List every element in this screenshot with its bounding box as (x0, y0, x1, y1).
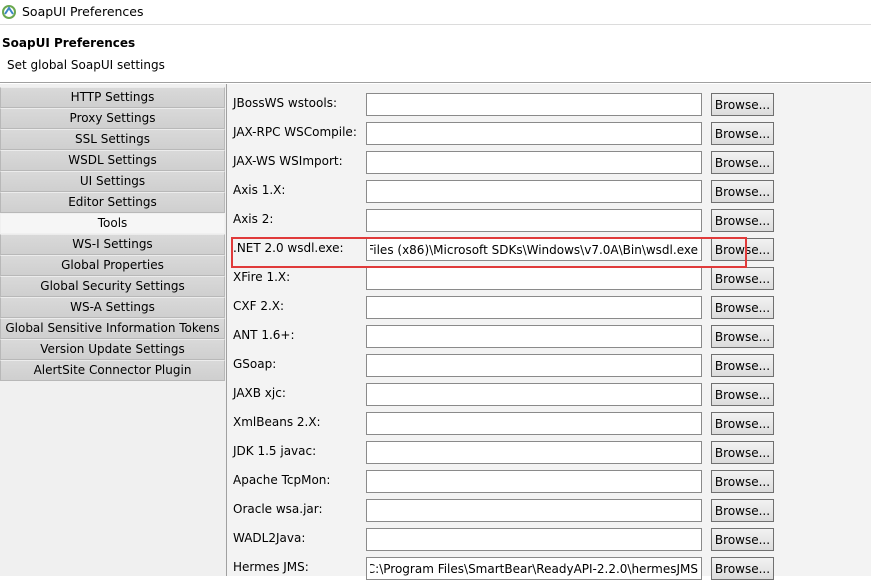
tool-label: Oracle wsa.jar: (233, 502, 323, 516)
tool-path-input[interactable] (366, 93, 702, 116)
tool-row-hermes-jms: Hermes JMS: Browse... (227, 553, 871, 582)
sidebar-item-ui-settings[interactable]: UI Settings (0, 171, 225, 192)
tool-label: GSoap: (233, 357, 277, 371)
tool-path-input[interactable] (366, 383, 702, 406)
tool-path-input[interactable] (366, 470, 702, 493)
browse-button[interactable]: Browse... (711, 209, 774, 232)
header-title: SoapUI Preferences (2, 36, 136, 50)
header-subtitle: Set global SoapUI settings (7, 58, 165, 72)
sidebar-item-alertsite-connector-plugin[interactable]: AlertSite Connector Plugin (0, 360, 225, 381)
browse-button[interactable]: Browse... (711, 267, 774, 290)
preferences-body: HTTP Settings Proxy Settings SSL Settings W… (0, 84, 871, 580)
tool-row-wadl2java: WADL2Java: Browse... (227, 524, 871, 553)
tool-label: .NET 2.0 wsdl.exe: (233, 241, 344, 255)
tool-label: Hermes JMS: (233, 560, 309, 574)
sidebar-item-global-security-settings[interactable]: Global Security Settings (0, 276, 225, 297)
sidebar-item-version-update-settings[interactable]: Version Update Settings (0, 339, 225, 360)
tool-label: Apache TcpMon: (233, 473, 331, 487)
tool-path-input[interactable] (366, 151, 702, 174)
browse-button[interactable]: Browse... (711, 528, 774, 551)
browse-button[interactable]: Browse... (711, 470, 774, 493)
browse-button[interactable]: Browse... (711, 557, 774, 580)
browse-button[interactable]: Browse... (711, 296, 774, 319)
tool-path-input[interactable] (366, 528, 702, 551)
tool-path-input[interactable] (366, 354, 702, 377)
browse-button[interactable]: Browse... (711, 383, 774, 406)
tool-path-input[interactable] (366, 209, 702, 232)
tool-row-oracle-wsa-jar: Oracle wsa.jar: Browse... (227, 495, 871, 524)
tool-label: ANT 1.6+: (233, 328, 295, 342)
tool-row-jax-ws-wsimport: JAX-WS WSImport: Browse... (227, 147, 871, 176)
window-title: SoapUI Preferences (22, 4, 144, 19)
tool-label: XmlBeans 2.X: (233, 415, 321, 429)
sidebar-item-proxy-settings[interactable]: Proxy Settings (0, 108, 225, 129)
browse-button[interactable]: Browse... (711, 325, 774, 348)
tool-path-input[interactable] (366, 296, 702, 319)
tool-path-input[interactable] (366, 412, 702, 435)
tool-row-net-2-0-wsdl-exe: .NET 2.0 wsdl.exe: Browse... (227, 234, 871, 263)
preferences-header: SoapUI Preferences Set global SoapUI set… (0, 24, 871, 83)
browse-button[interactable]: Browse... (711, 93, 774, 116)
tool-label: JAXB xjc: (233, 386, 286, 400)
tool-row-axis-2: Axis 2: Browse... (227, 205, 871, 234)
tool-row-jax-rpc-wscompile: JAX-RPC WSCompile: Browse... (227, 118, 871, 147)
settings-sidebar: HTTP Settings Proxy Settings SSL Settings W… (0, 87, 225, 381)
browse-button[interactable]: Browse... (711, 499, 774, 522)
tool-row-gsoap: GSoap: Browse... (227, 350, 871, 379)
tool-row-apache-tcpmon: Apache TcpMon: Browse... (227, 466, 871, 495)
tool-row-ant-1-6: ANT 1.6+: Browse... (227, 321, 871, 350)
tool-path-input[interactable] (366, 180, 702, 203)
tool-row-jdk-1-5-javac: JDK 1.5 javac: Browse... (227, 437, 871, 466)
tool-row-xfire-1-x: XFire 1.X: Browse... (227, 263, 871, 292)
browse-button[interactable]: Browse... (711, 122, 774, 145)
sidebar-item-wsdl-settings[interactable]: WSDL Settings (0, 150, 225, 171)
sidebar-item-global-properties[interactable]: Global Properties (0, 255, 225, 276)
tool-label: JBossWS wstools: (233, 96, 337, 110)
tool-label: Axis 1.X: (233, 183, 286, 197)
tool-label: JAX-RPC WSCompile: (233, 125, 357, 139)
tool-label: Axis 2: (233, 212, 274, 226)
title-bar: SoapUI Preferences (0, 0, 871, 23)
tool-label: CXF 2.X: (233, 299, 285, 313)
browse-button[interactable]: Browse... (711, 412, 774, 435)
browse-button[interactable]: Browse... (711, 441, 774, 464)
tool-label: JAX-WS WSImport: (233, 154, 343, 168)
tool-path-input[interactable] (366, 557, 702, 580)
sidebar-item-ws-a-settings[interactable]: WS-A Settings (0, 297, 225, 318)
tool-path-input[interactable] (366, 122, 702, 145)
tool-row-jaxb-xjc: JAXB xjc: Browse... (227, 379, 871, 408)
tool-row-xmlbeans-2-x: XmlBeans 2.X: Browse... (227, 408, 871, 437)
browse-button[interactable]: Browse... (711, 151, 774, 174)
tool-path-input[interactable] (366, 325, 702, 348)
tool-label: WADL2Java: (233, 531, 306, 545)
tool-path-input[interactable] (366, 499, 702, 522)
soapui-logo-icon (2, 4, 16, 19)
tool-row-axis-1-x: Axis 1.X: Browse... (227, 176, 871, 205)
browse-button[interactable]: Browse... (711, 238, 774, 261)
tool-path-input[interactable] (366, 267, 702, 290)
tool-row-cxf-2-x: CXF 2.X: Browse... (227, 292, 871, 321)
tools-panel: JBossWS wstools: Browse... JAX-RPC WSCompi… (227, 84, 871, 580)
tool-row-jbossws-wstools: JBossWS wstools: Browse... (227, 89, 871, 118)
browse-button[interactable]: Browse... (711, 354, 774, 377)
browse-button[interactable]: Browse... (711, 180, 774, 203)
tool-label: XFire 1.X: (233, 270, 291, 284)
tool-path-input[interactable] (366, 238, 702, 261)
sidebar-item-ssl-settings[interactable]: SSL Settings (0, 129, 225, 150)
sidebar-item-http-settings[interactable]: HTTP Settings (0, 87, 225, 108)
sidebar-item-global-sensitive-information-tokens[interactable]: Global Sensitive Information Tokens (0, 318, 225, 339)
sidebar-item-ws-i-settings[interactable]: WS-I Settings (0, 234, 225, 255)
tool-path-input[interactable] (366, 441, 702, 464)
tool-label: JDK 1.5 javac: (233, 444, 317, 458)
sidebar-item-tools[interactable]: Tools (0, 213, 225, 234)
sidebar-item-editor-settings[interactable]: Editor Settings (0, 192, 225, 213)
